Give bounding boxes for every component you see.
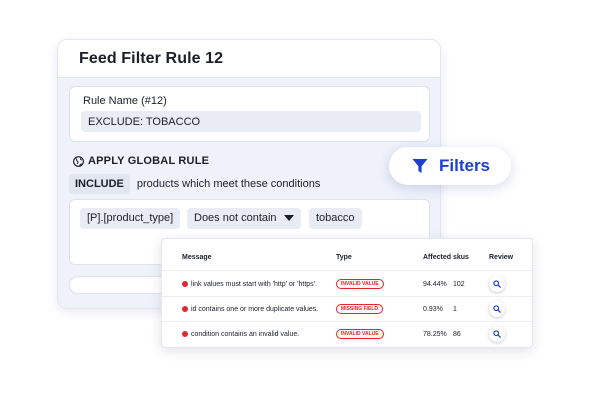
- condition-operator-label: Does not contain: [194, 212, 277, 224]
- condition-value[interactable]: tobacco: [309, 208, 362, 229]
- rule-header: Feed Filter Rule 12: [58, 40, 440, 78]
- search-icon: [493, 280, 501, 288]
- error-dot-icon: [182, 331, 188, 337]
- filters-label: Filters: [439, 156, 491, 175]
- column-review: Review: [489, 254, 514, 261]
- rule-name-label: Rule Name (#12): [83, 95, 167, 107]
- caret-down-icon: [283, 215, 294, 221]
- affected-count: 1: [453, 306, 457, 313]
- affected-percent: 78.25%: [423, 331, 447, 338]
- apply-global-rule-label: APPLY GLOBAL RULE: [88, 155, 210, 167]
- review-button[interactable]: [489, 301, 505, 317]
- error-message: id contains one or more duplicate values…: [191, 306, 319, 313]
- column-message: Message: [182, 254, 212, 261]
- search-icon: [493, 305, 501, 313]
- affected-count: 86: [453, 331, 461, 338]
- search-icon: [493, 330, 501, 338]
- error-message: condition contains an invalid value.: [191, 331, 300, 338]
- filter-icon: [412, 159, 428, 173]
- review-button[interactable]: [489, 276, 505, 292]
- errors-table: Message Type Affected skus Review link v…: [161, 238, 533, 348]
- condition-operator-select[interactable]: Does not contain: [187, 208, 301, 229]
- affected-percent: 0.93%: [423, 306, 443, 313]
- affected-percent: 94.44%: [423, 281, 447, 288]
- column-type: Type: [336, 254, 352, 261]
- rule-name-input[interactable]: EXCLUDE: TOBACCO: [81, 111, 421, 132]
- affected-count: 102: [453, 281, 465, 288]
- apply-global-rule[interactable]: APPLY GLOBAL RULE: [73, 155, 209, 167]
- errors-table-header: Message Type Affected skus Review: [162, 239, 532, 271]
- rule-name-box: Rule Name (#12) EXCLUDE: TOBACCO: [69, 86, 430, 142]
- table-row: condition contains an invalid value. INV…: [162, 322, 532, 347]
- error-type-badge: MISSING FIELD: [336, 304, 383, 314]
- rule-title: Feed Filter Rule 12: [79, 50, 224, 67]
- globe-icon: [73, 155, 84, 167]
- include-row: INCLUDE products which meet these condit…: [69, 174, 320, 194]
- table-row: id contains one or more duplicate values…: [162, 297, 532, 322]
- include-description: products which meet these conditions: [136, 178, 321, 190]
- error-type-badge: INVALID VALUE: [336, 329, 384, 339]
- error-dot-icon: [182, 281, 188, 287]
- table-row: link values must start with 'http' or 'h…: [162, 272, 532, 297]
- filters-button[interactable]: Filters: [389, 147, 511, 185]
- condition-field[interactable]: [P].[product_type]: [80, 208, 181, 229]
- column-affected-skus: Affected skus: [423, 254, 469, 261]
- error-type-badge: INVALID VALUE: [336, 279, 384, 289]
- review-button[interactable]: [489, 326, 505, 342]
- error-message: link values must start with 'http' or 'h…: [191, 281, 317, 288]
- include-selector[interactable]: INCLUDE: [69, 174, 130, 194]
- error-dot-icon: [182, 306, 188, 312]
